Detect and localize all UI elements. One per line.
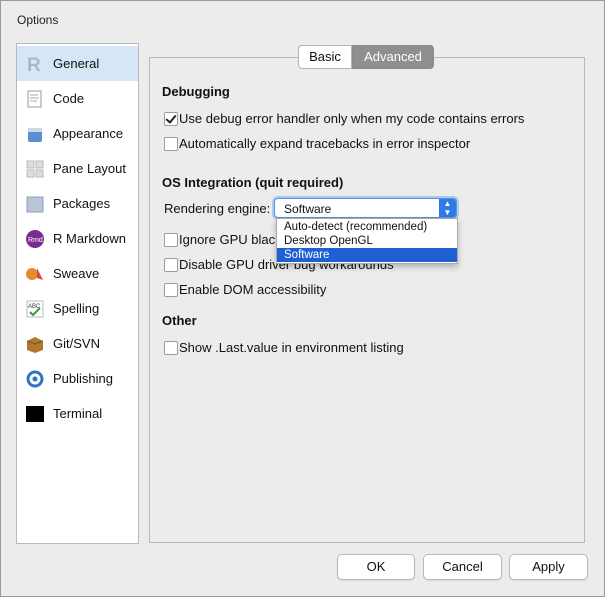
option-desktop-opengl[interactable]: Desktop OpenGL	[277, 234, 457, 248]
sidebar-item-spelling[interactable]: ABC Spelling	[17, 291, 138, 326]
os-integration-heading: OS Integration (quit required)	[162, 175, 344, 190]
show-last-value-label[interactable]: Show .Last.value in environment listing	[179, 340, 404, 355]
sidebar-item-packages[interactable]: Packages	[17, 186, 138, 221]
tab-advanced[interactable]: Advanced	[352, 45, 434, 69]
window-title: Options	[17, 13, 59, 27]
sidebar-item-label: Git/SVN	[53, 336, 100, 351]
ignore-gpu-label[interactable]: Ignore GPU black	[179, 232, 282, 247]
svg-text:R: R	[27, 55, 41, 74]
use-debug-handler-label[interactable]: Use debug error handler only when my cod…	[179, 111, 524, 126]
sidebar-item-label: Code	[53, 91, 85, 106]
rmd-badge-icon: Rmd	[26, 230, 44, 248]
options-sidebar: R General Code Appearance Pane Layout Pa…	[16, 43, 139, 544]
rendering-engine-value: Software	[284, 202, 332, 216]
sidebar-item-publishing[interactable]: Publishing	[17, 361, 138, 396]
sidebar-item-label: Publishing	[53, 371, 113, 386]
tab-bar: Basic Advanced	[298, 45, 434, 69]
use-debug-handler-checkbox[interactable]	[164, 112, 178, 126]
sidebar-item-label: Terminal	[53, 406, 103, 421]
sidebar-item-pane-layout[interactable]: Pane Layout	[17, 151, 138, 186]
enable-dom-checkbox[interactable]	[164, 283, 178, 297]
option-software[interactable]: Software	[277, 248, 457, 262]
pane-grid-icon	[26, 160, 44, 178]
sidebar-item-label: Sweave	[53, 266, 100, 281]
auto-expand-label[interactable]: Automatically expand tracebacks in error…	[179, 136, 470, 151]
debugging-heading: Debugging	[162, 84, 230, 99]
option-auto-detect[interactable]: Auto-detect (recommended)	[277, 220, 457, 234]
show-last-value-checkbox[interactable]	[164, 341, 178, 355]
svg-text:Rmd: Rmd	[28, 237, 43, 244]
sidebar-item-label: Spelling	[53, 301, 100, 316]
sidebar-item-label: General	[53, 56, 100, 71]
other-heading: Other	[162, 313, 197, 328]
rendering-engine-select[interactable]: Software ▲ ▼	[274, 198, 457, 218]
sidebar-item-appearance[interactable]: Appearance	[17, 116, 138, 151]
sidebar-item-r-markdown[interactable]: Rmd R Markdown	[17, 221, 138, 256]
chevron-up-down-icon[interactable]: ▲ ▼	[439, 199, 456, 217]
sidebar-item-label: R Markdown	[53, 231, 126, 246]
sidebar-item-sweave[interactable]: Sweave	[17, 256, 138, 291]
sidebar-item-label: Packages	[53, 196, 111, 211]
publish-icon	[26, 370, 44, 388]
auto-expand-checkbox[interactable]	[164, 137, 178, 151]
tab-basic[interactable]: Basic	[298, 45, 352, 69]
enable-dom-label[interactable]: Enable DOM accessibility	[179, 282, 326, 297]
ok-button[interactable]: OK	[337, 554, 415, 580]
sidebar-item-label: Pane Layout	[53, 161, 127, 176]
sidebar-item-git-svn[interactable]: Git/SVN	[17, 326, 138, 361]
package-box-icon	[26, 196, 44, 213]
terminal-icon	[26, 406, 44, 422]
spellcheck-icon: ABC	[26, 300, 44, 318]
options-panel	[149, 57, 585, 543]
sidebar-item-code[interactable]: Code	[17, 81, 138, 116]
rendering-engine-label: Rendering engine:	[164, 201, 271, 216]
sidebar-item-general[interactable]: R General	[17, 46, 138, 81]
apply-button[interactable]: Apply	[509, 554, 588, 580]
git-box-icon	[26, 337, 44, 353]
ignore-gpu-checkbox[interactable]	[164, 233, 178, 247]
code-document-icon	[27, 90, 42, 108]
r-logo-icon: R	[27, 55, 41, 74]
sweave-icon	[26, 268, 43, 280]
paint-bucket-icon	[28, 128, 42, 142]
sidebar-item-terminal[interactable]: Terminal	[17, 396, 138, 431]
cancel-button[interactable]: Cancel	[423, 554, 502, 580]
sidebar-item-label: Appearance	[53, 126, 124, 141]
rendering-engine-dropdown: Auto-detect (recommended) Desktop OpenGL…	[276, 218, 458, 264]
title-bar[interactable]: Options	[1, 1, 604, 37]
disable-gpu-checkbox[interactable]	[164, 258, 178, 272]
